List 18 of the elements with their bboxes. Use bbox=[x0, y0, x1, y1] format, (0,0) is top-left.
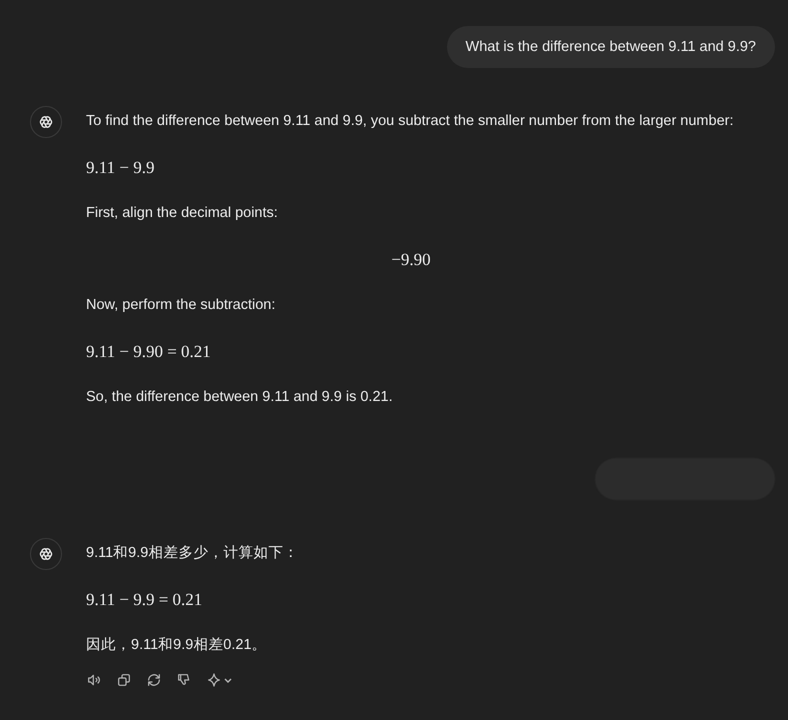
math-expression: 9.11 − 9.9 bbox=[86, 157, 156, 179]
paragraph: First, align the decimal points: bbox=[86, 204, 279, 223]
flower-logo-icon bbox=[37, 545, 55, 563]
paragraph: 因此，9.11和9.9相差0.21。 bbox=[86, 636, 268, 655]
math-expression: 9.11 − 9.90 = 0.21 bbox=[86, 341, 212, 363]
user-message: What is the difference between 9.11 and 9.9? bbox=[446, 26, 775, 68]
paragraph: 9.11和9.9相差多少，计算如下： bbox=[86, 544, 300, 563]
paragraph: Now, perform the subtraction: bbox=[86, 296, 276, 315]
math-expression: −9.90 bbox=[390, 249, 432, 271]
copy-icon[interactable] bbox=[116, 672, 132, 688]
paragraph: To find the difference between 9.11 and 9.9, you subtract the smaller number from the larger number: bbox=[86, 112, 734, 131]
paragraph: So, the difference between 9.11 and 9.9 is 0.21. bbox=[86, 388, 394, 407]
thumbs-down-icon[interactable] bbox=[176, 672, 192, 688]
speaker-icon[interactable] bbox=[86, 672, 102, 688]
flower-logo-icon bbox=[37, 113, 55, 131]
math-expression: 9.11 − 9.9 = 0.21 bbox=[86, 589, 204, 611]
regenerate-icon[interactable] bbox=[146, 672, 162, 688]
sparkle-dropdown-icon[interactable] bbox=[206, 672, 233, 688]
